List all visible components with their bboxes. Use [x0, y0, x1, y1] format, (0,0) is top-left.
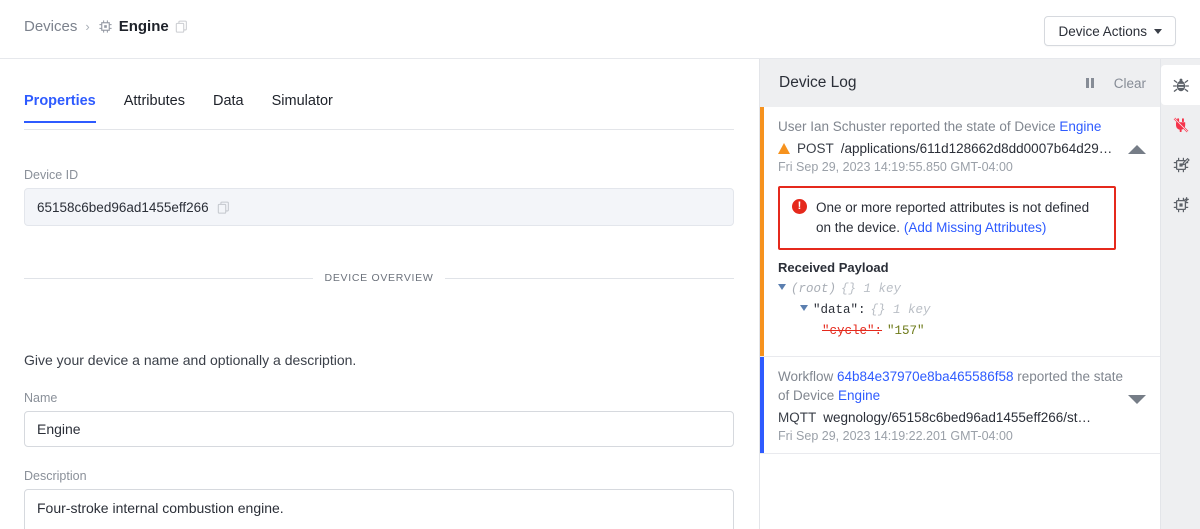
disconnected-plug-icon: [1172, 116, 1190, 134]
pause-icon[interactable]: [1086, 78, 1094, 88]
breadcrumb-current: Engine: [98, 18, 188, 35]
chevron-down-icon: [1154, 28, 1162, 34]
debug-bug-icon-button[interactable]: [1160, 65, 1200, 105]
name-label: Name: [24, 391, 58, 405]
log-entry-method: POST: [797, 141, 834, 156]
device-overview-label: DEVICE OVERVIEW: [324, 272, 434, 284]
log-entry[interactable]: Workflow 64b84e37970e8ba465586f58 report…: [760, 357, 1160, 454]
chip-edit-icon-button[interactable]: [1161, 145, 1200, 185]
divider-line-left: [24, 277, 313, 279]
description-field: Description Four-stroke internal combust…: [24, 469, 734, 529]
log-entry-path: wegnology/65158c6bed96ad1455eff266/state: [823, 410, 1096, 425]
device-log-icon-rail: [1160, 59, 1200, 529]
log-entry-prefix: Workflow: [778, 369, 834, 384]
log-entry-path: /applications/611d128662d8dd0007b64d29/d…: [840, 141, 1113, 156]
breadcrumb: Devices › Engine: [24, 18, 188, 35]
device-id-field: Device ID 65158c6bed96ad1455eff266: [24, 168, 734, 226]
chip-add-icon-button[interactable]: [1161, 185, 1200, 225]
description-textarea[interactable]: Four-stroke internal combustion engine.: [24, 489, 734, 529]
device-overview-divider: DEVICE OVERVIEW: [24, 272, 735, 284]
caret-down-icon[interactable]: [778, 284, 786, 290]
json-key: (root): [791, 282, 837, 296]
device-log-pane: Device Log Clear User Ian Schuster repor…: [759, 59, 1200, 529]
breadcrumb-devices-link[interactable]: Devices: [24, 18, 77, 35]
json-meta: {} 1 key: [841, 282, 902, 296]
divider-line-right: [445, 277, 735, 279]
tab-data[interactable]: Data: [199, 92, 258, 122]
log-entry-prefix: User Ian Schuster reported the state of …: [778, 119, 1056, 134]
chip-add-icon: [1172, 196, 1190, 214]
copy-icon[interactable]: [175, 20, 188, 33]
device-log-title: Device Log: [779, 74, 857, 91]
tab-simulator[interactable]: Simulator: [258, 92, 347, 122]
device-id-label: Device ID: [24, 168, 79, 182]
clear-log-button[interactable]: Clear: [1114, 76, 1146, 91]
warning-triangle-icon: [778, 143, 790, 154]
device-actions-label: Device Actions: [1058, 23, 1147, 39]
json-row: "cycle": "157": [778, 321, 1124, 342]
tab-attributes-label: Attributes: [123, 93, 185, 109]
copy-icon[interactable]: [217, 201, 230, 214]
device-tabs: Properties Attributes Data Simulator: [24, 92, 734, 130]
device-log-list[interactable]: User Ian Schuster reported the state of …: [760, 107, 1160, 529]
tab-attributes[interactable]: Attributes: [110, 92, 199, 122]
chevron-down-icon[interactable]: [1128, 395, 1146, 404]
log-entry-summary: User Ian Schuster reported the state of …: [778, 117, 1124, 136]
json-row[interactable]: (root) {} 1 key: [778, 279, 1124, 300]
log-entry-timestamp: Fri Sep 29, 2023 14:19:22.201 GMT-04:00: [778, 429, 1013, 443]
log-entry-timestamp: Fri Sep 29, 2023 14:19:55.850 GMT-04:00: [778, 160, 1013, 174]
breadcrumb-separator: ›: [85, 19, 90, 34]
name-input[interactable]: [24, 411, 734, 447]
json-key-invalid: "cycle": [822, 324, 875, 338]
json-row[interactable]: "data": {} 1 key: [778, 300, 1124, 321]
chip-icon: [98, 19, 113, 34]
missing-attributes-error: ! One or more reported attributes is not…: [778, 186, 1116, 250]
device-overview-helper-text: Give your device a name and optionally a…: [24, 352, 357, 368]
top-bar: Devices › Engine Device Actions: [0, 0, 1200, 59]
device-id-value: 65158c6bed96ad1455eff266: [37, 199, 209, 215]
tab-data-label: Data: [212, 93, 244, 109]
error-message-text: One or more reported attributes is not d…: [816, 198, 1102, 238]
device-properties-pane: Properties Attributes Data Simulator Dev…: [0, 59, 759, 529]
tab-simulator-label: Simulator: [271, 93, 333, 109]
json-colon: :: [874, 324, 883, 338]
tab-properties[interactable]: Properties: [24, 92, 110, 123]
log-entry-method: MQTT: [778, 410, 817, 425]
device-id-readonly-box: 65158c6bed96ad1455eff266: [24, 188, 734, 226]
payload-json-tree: (root) {} 1 key "data": {} 1 key "cycle"…: [778, 279, 1124, 342]
device-detail-page: Devices › Engine Device Actions Properti…: [0, 0, 1200, 529]
json-value: "157": [887, 324, 925, 338]
breadcrumb-device-name: Engine: [118, 18, 169, 35]
description-label: Description: [24, 469, 87, 483]
device-log-header: Device Log Clear: [760, 59, 1160, 107]
log-entry-device-link[interactable]: Engine: [838, 388, 880, 403]
disconnected-plug-icon-button[interactable]: [1161, 105, 1200, 145]
log-entry-meta: POST /applications/611d128662d8dd0007b64…: [778, 139, 1124, 158]
log-entry-workflow-link[interactable]: 64b84e37970e8ba465586f58: [837, 369, 1013, 384]
error-circle-icon: !: [792, 199, 807, 214]
chevron-up-icon[interactable]: [1128, 145, 1146, 154]
log-entry-meta: MQTT wegnology/65158c6bed96ad1455eff266/…: [778, 408, 1124, 427]
received-payload-title: Received Payload: [778, 260, 889, 275]
name-field: Name: [24, 391, 734, 447]
log-entry-device-link[interactable]: Engine: [1059, 119, 1101, 134]
debug-bug-icon: [1172, 76, 1190, 94]
tab-properties-label: Properties: [24, 93, 96, 109]
caret-down-icon[interactable]: [800, 305, 808, 311]
log-entry-summary: Workflow 64b84e37970e8ba465586f58 report…: [778, 367, 1124, 405]
chip-edit-icon: [1172, 156, 1190, 174]
log-entry[interactable]: User Ian Schuster reported the state of …: [760, 107, 1160, 357]
add-missing-attributes-link[interactable]: (Add Missing Attributes): [904, 220, 1047, 235]
device-actions-button[interactable]: Device Actions: [1044, 16, 1176, 46]
json-key: "data":: [813, 303, 866, 317]
json-meta: {} 1 key: [870, 303, 931, 317]
